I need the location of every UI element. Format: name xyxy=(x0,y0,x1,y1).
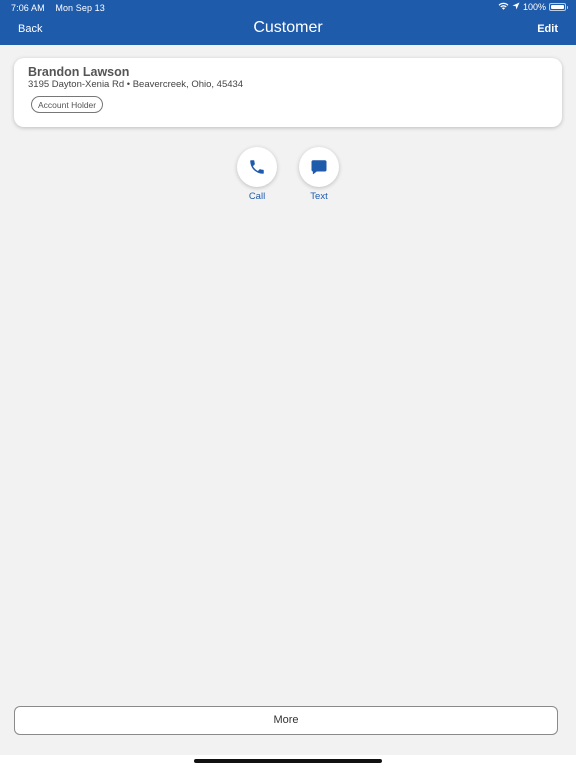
customer-card: Brandon Lawson 3195 Dayton-Xenia Rd • Be… xyxy=(14,58,562,127)
status-time: 7:06 AM xyxy=(11,3,45,13)
more-button[interactable]: More xyxy=(14,706,558,735)
status-bar: 7:06 AM Mon Sep 13 100% xyxy=(0,0,576,16)
home-indicator[interactable] xyxy=(194,759,382,763)
phone-icon xyxy=(250,160,264,174)
text-label: Text xyxy=(310,191,328,202)
nav-header: 7:06 AM Mon Sep 13 100% Back Customer Ed… xyxy=(0,0,576,45)
call-button[interactable] xyxy=(237,147,277,187)
text-action[interactable]: Text xyxy=(289,147,349,202)
status-date: Mon Sep 13 xyxy=(55,3,105,13)
location-arrow-icon xyxy=(512,2,520,12)
page-title: Customer xyxy=(253,19,323,36)
call-action[interactable]: Call xyxy=(227,147,287,202)
wifi-icon xyxy=(498,2,509,12)
customer-address: 3195 Dayton-Xenia Rd • Beavercreek, Ohio… xyxy=(28,79,244,90)
account-holder-badge: Account Holder xyxy=(31,96,104,113)
customer-name: Brandon Lawson xyxy=(28,65,130,79)
text-button[interactable] xyxy=(299,147,339,187)
edit-button[interactable]: Edit xyxy=(537,23,558,35)
battery-percent: 100% xyxy=(522,2,546,12)
call-label: Call xyxy=(248,191,266,202)
chat-bubble-icon xyxy=(311,160,327,175)
battery-icon xyxy=(549,3,568,11)
